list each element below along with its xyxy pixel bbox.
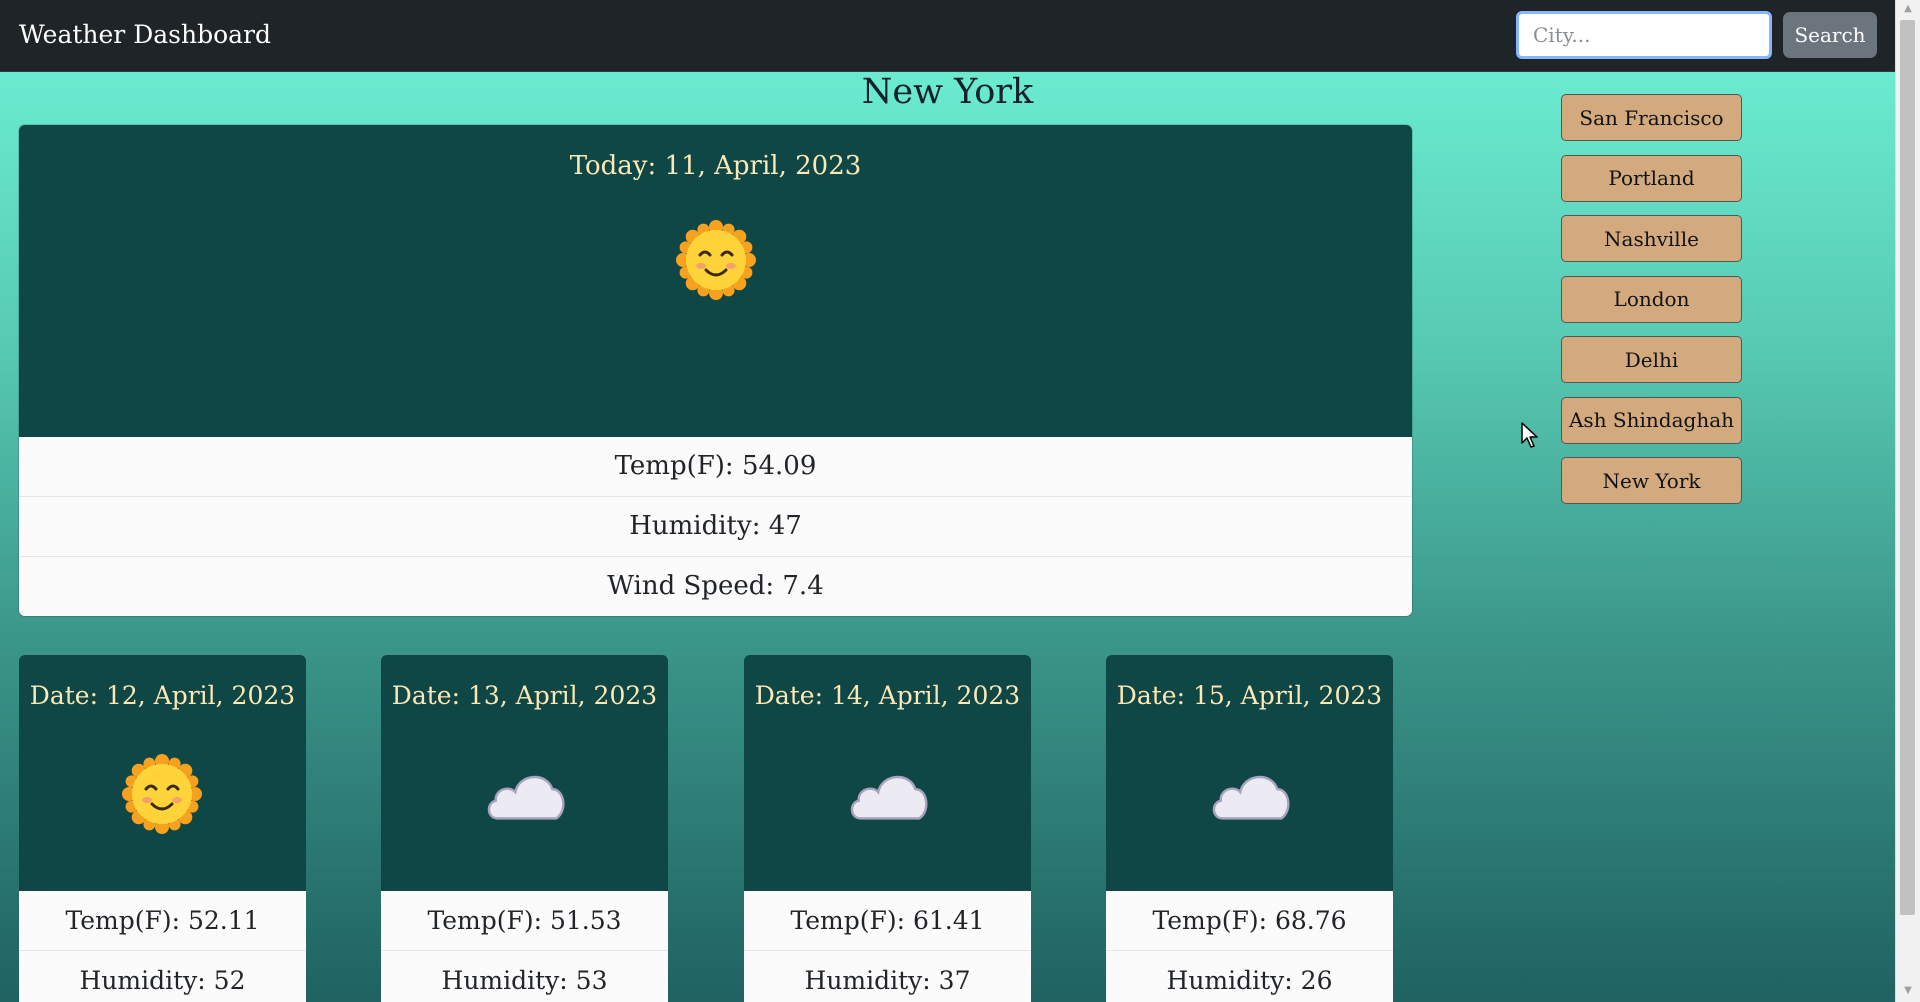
history-city-button[interactable]: New York bbox=[1561, 457, 1742, 504]
history-city-button[interactable]: London bbox=[1561, 275, 1742, 323]
history-city-button[interactable]: San Francisco bbox=[1561, 94, 1742, 141]
forecast-humidity: Humidity: 53 bbox=[381, 951, 668, 1002]
forecast-card-header: Date: 13, April, 2023 bbox=[381, 655, 668, 891]
forecast-temp: Temp(F): 61.41 bbox=[744, 891, 1031, 951]
cloud-icon bbox=[1209, 765, 1291, 823]
sun-face-icon bbox=[122, 754, 202, 834]
forecast-humidity: Humidity: 52 bbox=[19, 951, 306, 1002]
history-city-button[interactable]: Delhi bbox=[1561, 336, 1742, 383]
history-city-button[interactable]: Portland bbox=[1561, 154, 1742, 202]
today-temp: Temp(F): 54.09 bbox=[19, 437, 1412, 497]
sun-face-icon bbox=[676, 220, 756, 300]
forecast-stats-list: Temp(F): 61.41 Humidity: 37 bbox=[744, 891, 1031, 1002]
today-stats-list: Temp(F): 54.09 Humidity: 47 Wind Speed: … bbox=[19, 437, 1412, 616]
forecast-card: Date: 13, April, 2023 Temp(F): 51.53 Hum… bbox=[381, 655, 668, 1002]
scroll-down-arrow-icon[interactable]: ▼ bbox=[1896, 982, 1920, 1000]
forecast-stats-list: Temp(F): 52.11 Humidity: 52 bbox=[19, 891, 306, 1002]
forecast-temp: Temp(F): 51.53 bbox=[381, 891, 668, 951]
search-history: San Francisco Portland Nashville London … bbox=[1561, 94, 1742, 518]
scroll-up-arrow-icon[interactable]: ▲ bbox=[1896, 0, 1920, 18]
history-city-button[interactable]: Nashville bbox=[1561, 215, 1742, 262]
forecast-humidity: Humidity: 37 bbox=[744, 951, 1031, 1002]
forecast-humidity: Humidity: 26 bbox=[1106, 951, 1393, 1002]
forecast-card-header: Date: 12, April, 2023 bbox=[19, 655, 306, 891]
forecast-card: Date: 12, April, 2023 Temp(F): 52.11 Hum… bbox=[19, 655, 306, 1002]
today-humidity: Humidity: 47 bbox=[19, 497, 1412, 557]
forecast-temp: Temp(F): 68.76 bbox=[1106, 891, 1393, 951]
forecast-date: Date: 15, April, 2023 bbox=[1116, 681, 1383, 710]
cloud-icon bbox=[484, 765, 566, 823]
today-wind-speed: Wind Speed: 7.4 bbox=[607, 571, 824, 601]
forecast-date: Date: 13, April, 2023 bbox=[391, 681, 658, 710]
navbar: Weather Dashboard Search bbox=[0, 0, 1895, 72]
forecast-temp: Temp(F): 52.11 bbox=[19, 891, 306, 951]
today-weather-card: Today: 11, April, 2023 Temp(F): 54.09 Hu… bbox=[19, 125, 1412, 616]
page-scrollbar[interactable]: ▲ ▼ bbox=[1895, 0, 1920, 1002]
today-date: Today: 11, April, 2023 bbox=[569, 151, 862, 181]
forecast-card-header: Date: 14, April, 2023 bbox=[744, 655, 1031, 891]
forecast-card: Date: 15, April, 2023 Temp(F): 68.76 Hum… bbox=[1106, 655, 1393, 1002]
today-card-header: Today: 11, April, 2023 bbox=[19, 125, 1412, 437]
forecast-date: Date: 12, April, 2023 bbox=[29, 681, 296, 710]
history-city-button[interactable]: Ash Shindaghah bbox=[1561, 396, 1742, 444]
app-title: Weather Dashboard bbox=[19, 20, 271, 49]
search-button[interactable]: Search bbox=[1783, 12, 1877, 58]
mouse-cursor-icon bbox=[1521, 422, 1538, 448]
forecast-card: Date: 14, April, 2023 Temp(F): 61.41 Hum… bbox=[744, 655, 1031, 1002]
forecast-stats-list: Temp(F): 68.76 Humidity: 26 bbox=[1106, 891, 1393, 1002]
forecast-card-header: Date: 15, April, 2023 bbox=[1106, 655, 1393, 891]
forecast-date: Date: 14, April, 2023 bbox=[754, 681, 1021, 710]
scroll-thumb[interactable] bbox=[1900, 20, 1915, 915]
city-search-input[interactable] bbox=[1516, 11, 1772, 59]
cloud-icon bbox=[847, 765, 929, 823]
forecast-stats-list: Temp(F): 51.53 Humidity: 53 bbox=[381, 891, 668, 1002]
